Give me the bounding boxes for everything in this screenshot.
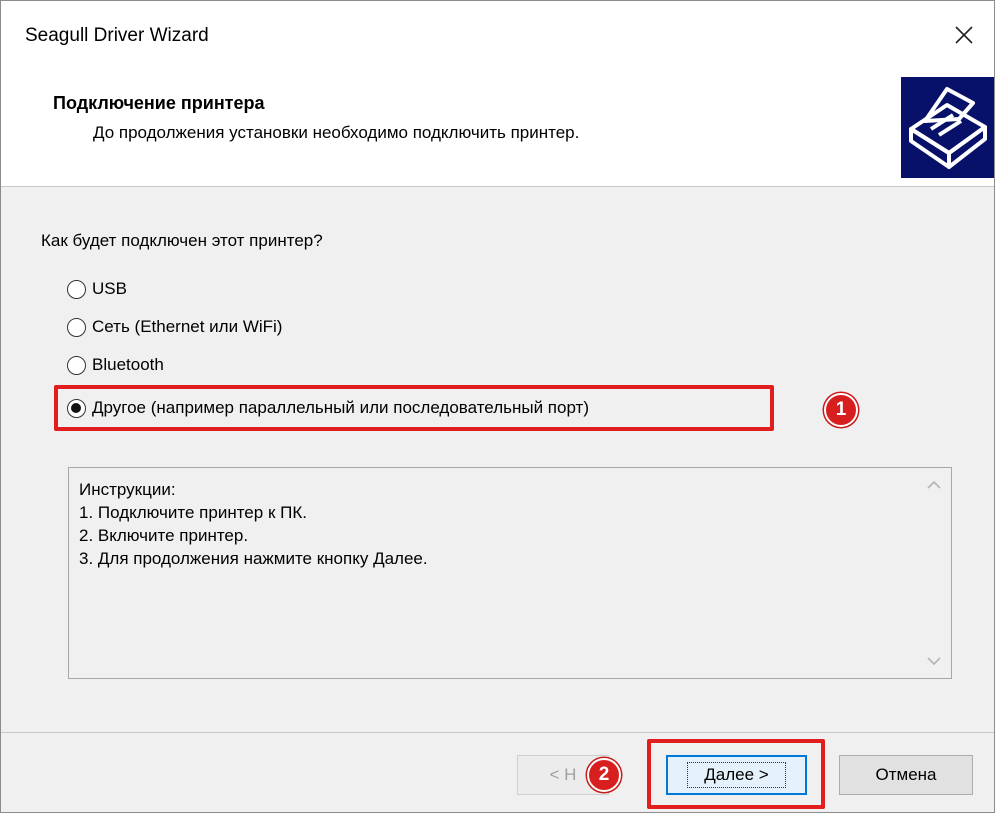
wizard-header: Подключение принтера До продолжения уста… (1, 69, 994, 187)
back-button-label: < Н (549, 765, 577, 784)
instructions-heading: Инструкции: (79, 480, 176, 499)
close-button[interactable] (934, 13, 994, 57)
connection-question: Как будет подключен этот принтер? (41, 231, 323, 250)
instructions-box: Инструкции: 1. Подключите принтер к ПК. … (68, 467, 952, 679)
page-title: Подключение принтера (53, 93, 265, 113)
cancel-button-label: Отмена (875, 765, 937, 784)
close-icon (955, 26, 973, 44)
cancel-button[interactable]: Отмена (839, 755, 973, 795)
radio-label: Bluetooth (92, 355, 164, 374)
chevron-down-icon (927, 657, 941, 666)
annotation-highlight-next (647, 739, 825, 809)
scroll-up-button[interactable] (917, 470, 951, 500)
instructions-text: Инструкции: 1. Подключите принтер к ПК. … (79, 478, 428, 570)
radio-bluetooth[interactable]: Bluetooth (67, 351, 164, 379)
radio-circle[interactable] (67, 355, 86, 375)
scroll-down-button[interactable] (917, 646, 951, 676)
instructions-step: 1. Подключите принтер к ПК. (79, 503, 307, 522)
radio-label: Сеть (Ethernet или WiFi) (92, 317, 283, 336)
instructions-scrollbar[interactable] (917, 468, 951, 678)
radio-circle[interactable] (67, 317, 86, 337)
title-bar: Seagull Driver Wizard (1, 1, 994, 69)
header-logo (901, 77, 994, 178)
printer-icon (909, 87, 987, 169)
radio-network[interactable]: Сеть (Ethernet или WiFi) (67, 313, 282, 341)
wizard-content: Как будет подключен этот принтер? USB Се… (1, 187, 994, 732)
annotation-highlight-option (54, 385, 774, 431)
page-subtitle: До продолжения установки необходимо подк… (93, 123, 580, 142)
radio-usb[interactable]: USB (67, 275, 127, 303)
wizard-window: Seagull Driver Wizard Подключение принте… (0, 0, 995, 813)
window-title: Seagull Driver Wizard (25, 25, 209, 46)
radio-circle[interactable] (67, 279, 86, 299)
instructions-step: 2. Включите принтер. (79, 526, 249, 545)
instructions-step: 3. Для продолжения нажмите кнопку Далее. (79, 549, 428, 568)
chevron-up-icon (927, 480, 941, 489)
annotation-marker-2: 2 (587, 758, 621, 792)
wizard-footer: < Н Далее > Отмена (1, 733, 994, 812)
radio-label: USB (92, 279, 127, 298)
annotation-marker-1: 1 (824, 393, 858, 427)
